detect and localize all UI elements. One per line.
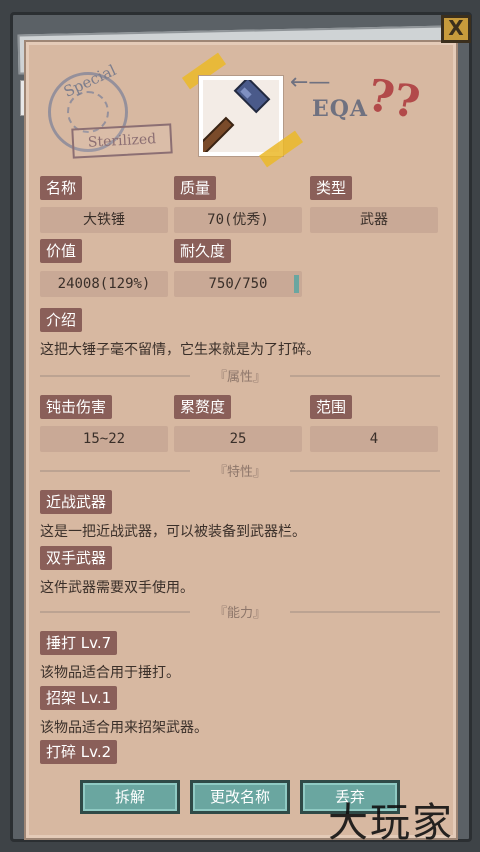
- trait-twohanded-label: 双手武器: [40, 546, 113, 570]
- question-marks-doodle: ??: [363, 69, 424, 130]
- item-image: [192, 76, 283, 159]
- intro-text: 这把大锤子毫不留情，它生来就是为了打碎。: [40, 342, 320, 358]
- durability-bar: 750/750: [174, 271, 302, 297]
- value-label: 价值: [40, 239, 83, 263]
- durability-label: 耐久度: [174, 239, 232, 263]
- intro-label: 介绍: [40, 308, 83, 332]
- quality-value: 70(优秀): [174, 207, 302, 233]
- sterilized-stamp: Sterilized: [71, 123, 173, 159]
- blunt-damage-value: 15~22: [40, 426, 168, 452]
- traits-section-title: 『特性』: [40, 461, 440, 481]
- encumbrance-label: 累赘度: [174, 395, 232, 419]
- blunt-damage-label: 钝击伤害: [40, 395, 113, 419]
- dismantle-button[interactable]: 拆解: [80, 780, 180, 814]
- ability-parry-label: 招架 Lv.1: [40, 686, 118, 710]
- arrow-doodle: ←—: [290, 70, 331, 95]
- value-value: 24008(129%): [40, 271, 168, 297]
- ability-parry-text: 该物品适合用来招架武器。: [40, 720, 208, 736]
- hammer-icon: [192, 76, 271, 159]
- trait-twohanded-text: 这件武器需要双手使用。: [40, 580, 194, 596]
- trait-melee-label: 近战武器: [40, 490, 113, 514]
- eqa-doodle: EQA: [312, 96, 369, 122]
- ability-pound-label: 捶打 Lv.7: [40, 631, 118, 655]
- quality-label: 质量: [174, 176, 217, 200]
- type-value: 武器: [310, 207, 438, 233]
- durability-value: 750/750: [208, 276, 268, 292]
- abilities-section-title: 『能力』: [40, 602, 440, 622]
- durability-fill: [294, 275, 299, 293]
- ability-smash-label: 打碎 Lv.2: [40, 740, 118, 764]
- encumbrance-value: 25: [174, 426, 302, 452]
- trait-melee-text: 这是一把近战武器，可以被装备到武器栏。: [40, 524, 306, 540]
- name-value: 大铁锤: [40, 207, 168, 233]
- ability-pound-text: 该物品适合用于捶打。: [40, 665, 180, 681]
- attributes-section-title: 『属性』: [40, 366, 440, 386]
- range-value: 4: [310, 426, 438, 452]
- range-label: 范围: [310, 395, 353, 419]
- close-button[interactable]: X: [441, 15, 471, 43]
- name-label: 名称: [40, 176, 83, 200]
- rename-button[interactable]: 更改名称: [190, 780, 290, 814]
- watermark: 大玩家: [328, 800, 454, 846]
- type-label: 类型: [310, 176, 353, 200]
